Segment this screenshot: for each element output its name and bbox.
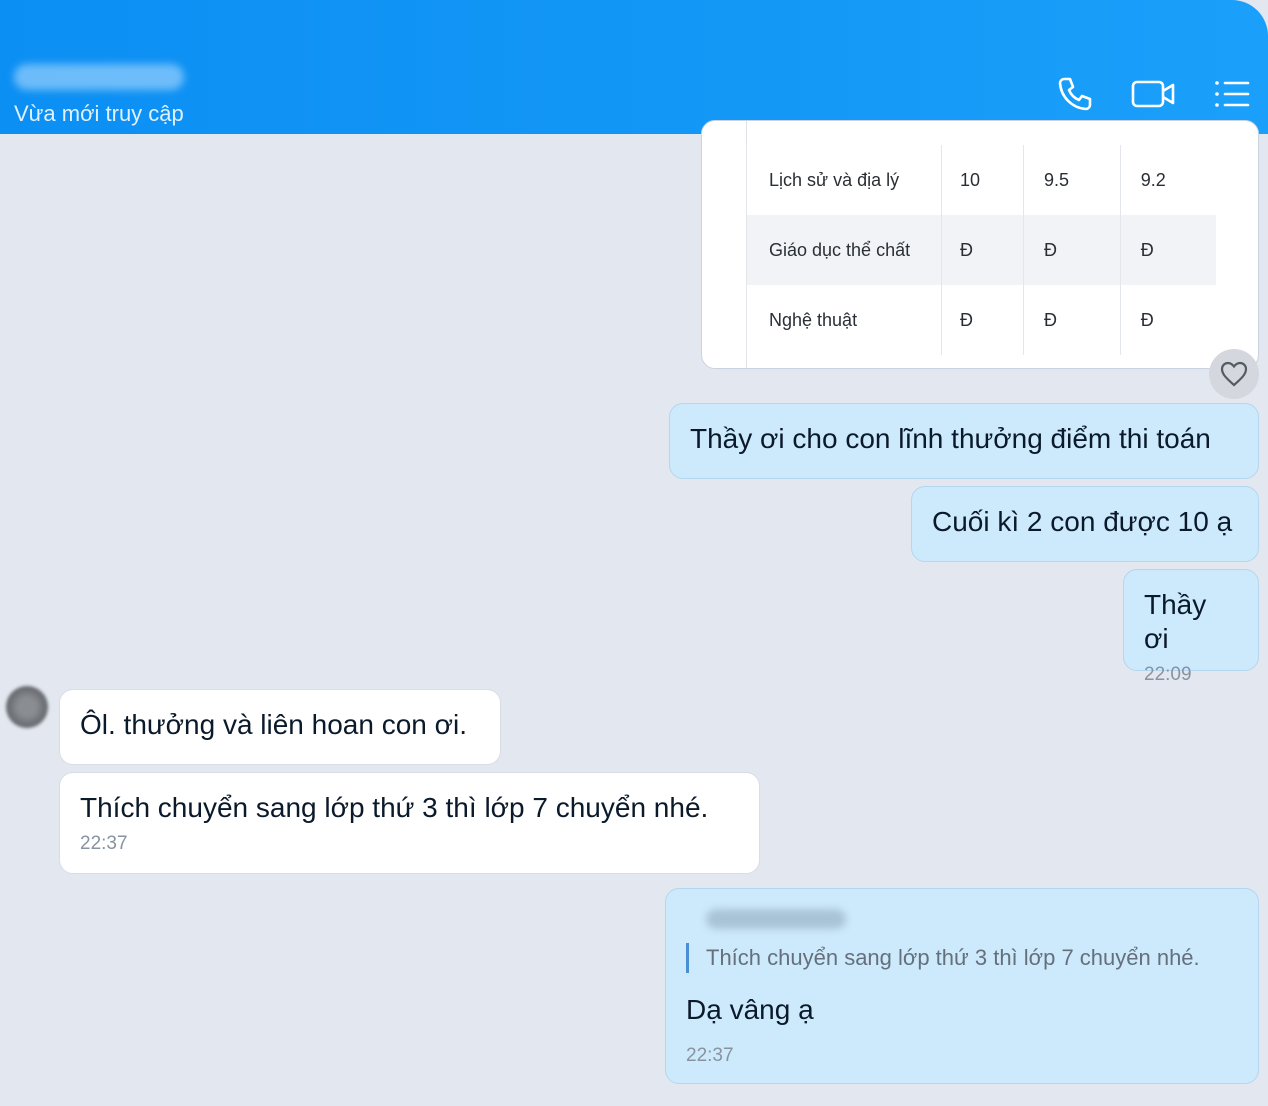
score-cell: Đ [1119, 285, 1216, 355]
incoming-message[interactable]: Ôl. thưởng và liên hoan con ơi. [59, 689, 501, 765]
table-row: Lịch sử và địa lý 10 9.5 9.2 [746, 145, 1216, 215]
outgoing-message[interactable]: Thầy ơi 22:09 [1123, 569, 1259, 685]
message-time: 22:37 [80, 833, 128, 854]
menu-list-icon[interactable] [1212, 74, 1252, 114]
avatar[interactable] [6, 686, 48, 728]
message-time: 22:37 [686, 1045, 734, 1066]
incoming-message[interactable]: Thích chuyển sang lớp thứ 3 thì lớp 7 ch… [59, 772, 760, 874]
video-call-icon[interactable] [1130, 74, 1176, 114]
score-cell: Đ [1119, 215, 1216, 285]
message-text: Ôl. thưởng và liên hoan con ơi. [80, 709, 468, 740]
outgoing-message[interactable]: Thầy ơi cho con lĩnh thưởng điểm thi toá… [669, 403, 1259, 479]
message-text: Thích chuyển sang lớp thứ 3 thì lớp 7 ch… [80, 792, 709, 823]
score-cell: Đ [940, 285, 1024, 355]
score-cell: 9.2 [1119, 145, 1216, 215]
contact-status: Vừa mới truy cập [14, 101, 184, 126]
score-cell: Đ [1023, 285, 1121, 355]
quoted-sender-blurred [706, 909, 846, 929]
message-text: Dạ vâng ạ [686, 994, 814, 1025]
reply-message[interactable]: Thích chuyển sang lớp thứ 3 thì lớp 7 ch… [665, 888, 1259, 1084]
contact-name-blurred[interactable] [14, 64, 184, 90]
subject-cell: Nghệ thuật [746, 285, 942, 355]
table-row: Nghệ thuật Đ Đ Đ [746, 285, 1216, 355]
phone-icon[interactable] [1055, 74, 1095, 114]
chat-header: Vừa mới truy cập [0, 0, 1268, 134]
message-time: 22:09 [1144, 664, 1192, 685]
report-card-image[interactable]: Lịch sử và địa lý 10 9.5 9.2 Giáo dục th… [701, 120, 1259, 369]
heart-icon [1220, 361, 1248, 387]
react-heart-button[interactable] [1209, 349, 1259, 399]
message-text: Cuối kì 2 con được 10 ạ [932, 506, 1233, 537]
message-text: Thầy ơi [1144, 589, 1207, 654]
score-cell: 9.5 [1023, 145, 1121, 215]
score-cell: Đ [1023, 215, 1121, 285]
score-cell: 10 [940, 145, 1024, 215]
grade-table: Lịch sử và địa lý 10 9.5 9.2 Giáo dục th… [746, 145, 1216, 355]
score-cell: Đ [940, 215, 1024, 285]
subject-cell: Lịch sử và địa lý [746, 145, 942, 215]
outgoing-message[interactable]: Cuối kì 2 con được 10 ạ [911, 486, 1259, 562]
quoted-message[interactable]: Thích chuyển sang lớp thứ 3 thì lớp 7 ch… [686, 943, 1238, 973]
table-row: Giáo dục thể chất Đ Đ Đ [746, 215, 1216, 285]
subject-cell: Giáo dục thể chất [746, 215, 942, 285]
message-text: Thầy ơi cho con lĩnh thưởng điểm thi toá… [690, 423, 1211, 454]
